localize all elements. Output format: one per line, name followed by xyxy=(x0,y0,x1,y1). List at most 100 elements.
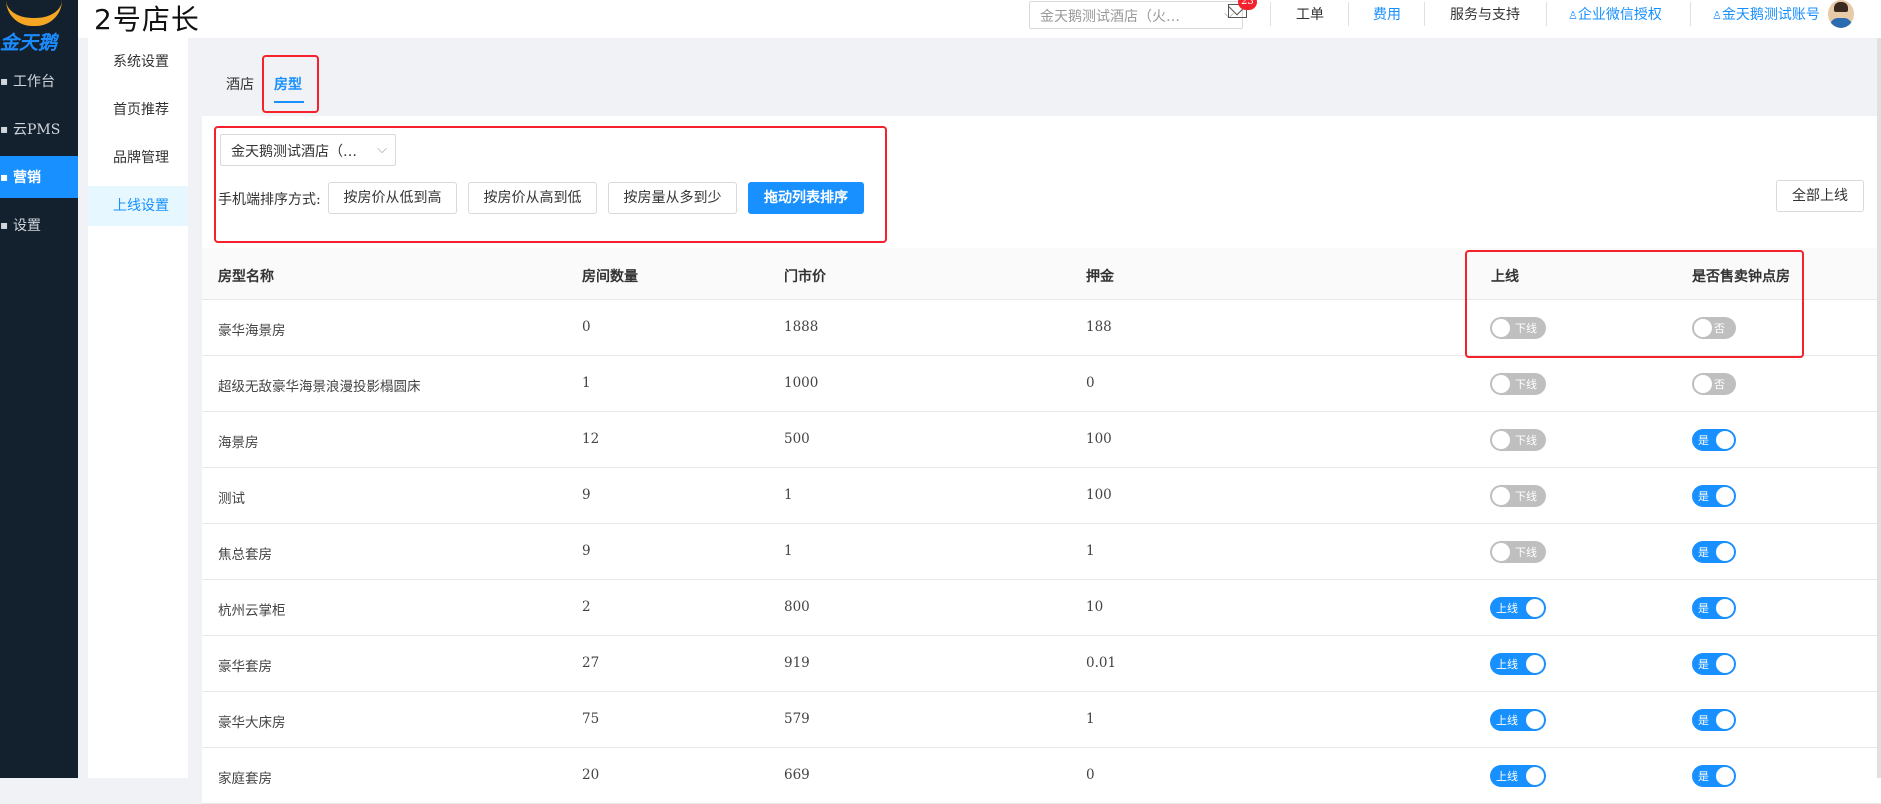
hotel-select[interactable]: 金天鹅测试酒店（… ⌵ xyxy=(220,134,396,166)
room-name-cell: 焦总套房 xyxy=(218,547,272,563)
service-support-link[interactable]: 服务与支持 xyxy=(1450,4,1520,24)
toggle-knob xyxy=(1526,655,1544,673)
table-row[interactable]: 家庭套房 20 669 0 上线 是 xyxy=(202,748,1881,804)
submenu-item-home-recommend[interactable]: 首页推荐 xyxy=(88,90,188,130)
online-toggle[interactable]: 上线 xyxy=(1490,597,1546,619)
toggle-label: 是 xyxy=(1698,434,1709,447)
account-link[interactable]: ♙金天鹅测试账号 xyxy=(1712,4,1820,24)
wechat-auth-link[interactable]: ♙企业微信授权 xyxy=(1568,4,1662,24)
tab-hotel[interactable]: 酒店 xyxy=(226,74,254,94)
room-name-cell: 超级无敌豪华海景浪漫投影榻圆床 xyxy=(218,379,421,395)
hourly-room-toggle[interactable]: 否 xyxy=(1692,373,1736,395)
rack-rate-cell: 1 xyxy=(784,543,793,559)
avatar[interactable] xyxy=(1828,0,1854,28)
col-online: 上线 xyxy=(1491,269,1519,285)
online-toggle[interactable]: 下线 xyxy=(1490,429,1546,451)
toggle-knob xyxy=(1526,711,1544,729)
toggle-knob xyxy=(1526,767,1544,785)
col-hourly-room: 是否售卖钟点房 xyxy=(1692,269,1790,285)
room-count-cell: 20 xyxy=(582,767,600,783)
sidebar-item-label: 云PMS xyxy=(13,122,61,138)
rack-rate-cell: 1888 xyxy=(784,319,819,335)
tab-room-type[interactable]: 房型 xyxy=(274,74,302,94)
logo-text: 金天鹅 xyxy=(0,32,58,54)
online-toggle[interactable]: 下线 xyxy=(1490,541,1546,563)
hourly-room-toggle[interactable]: 是 xyxy=(1692,541,1736,563)
table-row[interactable]: 焦总套房 9 1 1 下线 是 xyxy=(202,524,1881,580)
toggle-knob xyxy=(1716,711,1734,729)
sidebar-item-settings[interactable]: ▪ 设置 xyxy=(0,204,78,246)
hourly-room-toggle[interactable]: 是 xyxy=(1692,485,1736,507)
table-header: 房型名称 房间数量 门市价 押金 上线 是否售卖钟点房 xyxy=(202,248,1881,300)
toggle-knob xyxy=(1492,543,1510,561)
scrollbar[interactable] xyxy=(1877,38,1881,778)
toggle-label: 下线 xyxy=(1515,378,1537,391)
room-count-cell: 12 xyxy=(582,431,600,447)
table-row[interactable]: 豪华海景房 0 1888 188 下线 否 xyxy=(202,300,1881,356)
room-count-cell: 0 xyxy=(582,319,591,335)
account-label: 金天鹅测试账号 xyxy=(1721,7,1820,23)
app-brand: 2号店长 xyxy=(94,3,200,36)
submenu-item-brand-management[interactable]: 品牌管理 xyxy=(88,138,188,178)
rack-rate-cell: 1000 xyxy=(784,375,819,391)
deposit-cell: 1 xyxy=(1086,711,1095,727)
table-row[interactable]: 海景房 12 500 100 下线 是 xyxy=(202,412,1881,468)
work-order-link[interactable]: 工单 xyxy=(1296,4,1324,24)
brand-logo: 金天鹅 xyxy=(0,0,78,54)
header-hotel-select[interactable]: 金天鹅测试酒店（火… ⌵ xyxy=(1029,1,1243,29)
toggle-knob xyxy=(1492,487,1510,505)
rack-rate-cell: 669 xyxy=(784,767,810,783)
table-row[interactable]: 豪华大床房 75 579 1 上线 是 xyxy=(202,692,1881,748)
all-online-button[interactable]: 全部上线 xyxy=(1776,180,1864,212)
table-row[interactable]: 超级无敌豪华海景浪漫投影榻圆床 1 1000 0 下线 否 xyxy=(202,356,1881,412)
mail-badge: 23 xyxy=(1238,0,1257,10)
toggle-knob xyxy=(1694,375,1712,393)
online-toggle[interactable]: 上线 xyxy=(1490,653,1546,675)
table-row[interactable]: 杭州云掌柜 2 800 10 上线 是 xyxy=(202,580,1881,636)
toggle-knob xyxy=(1716,431,1734,449)
sort-count-desc-button[interactable]: 按房量从多到少 xyxy=(608,182,737,214)
divider xyxy=(1424,2,1425,26)
fees-link[interactable]: 费用 xyxy=(1373,4,1401,24)
toggle-knob xyxy=(1694,319,1712,337)
toggle-label: 下线 xyxy=(1515,546,1537,559)
online-toggle[interactable]: 上线 xyxy=(1490,765,1546,787)
online-toggle[interactable]: 下线 xyxy=(1490,373,1546,395)
divider xyxy=(1546,2,1547,26)
online-toggle[interactable]: 上线 xyxy=(1490,709,1546,731)
sidebar-item-marketing[interactable]: ▪ 营销 xyxy=(0,156,78,198)
drag-sort-button[interactable]: 拖动列表排序 xyxy=(748,182,864,214)
table-row[interactable]: 测试 9 1 100 下线 是 xyxy=(202,468,1881,524)
sidebar-item-cloud-pms[interactable]: ▪ 云PMS xyxy=(0,108,78,150)
room-count-cell: 75 xyxy=(582,711,600,727)
col-rack-rate: 门市价 xyxy=(784,269,826,285)
hourly-room-toggle[interactable]: 是 xyxy=(1692,597,1736,619)
toggle-label: 是 xyxy=(1698,490,1709,503)
hourly-room-toggle[interactable]: 是 xyxy=(1692,653,1736,675)
hourly-room-toggle[interactable]: 是 xyxy=(1692,765,1736,787)
room-count-cell: 1 xyxy=(582,375,591,391)
sub-menu: 系统设置 首页推荐 品牌管理 上线设置 xyxy=(88,38,188,778)
hourly-room-toggle[interactable]: 是 xyxy=(1692,709,1736,731)
divider xyxy=(1690,2,1691,26)
table-row[interactable]: 豪华套房 27 919 0.01 上线 是 xyxy=(202,636,1881,692)
sidebar-item-workbench[interactable]: ▪ 工作台 xyxy=(0,60,78,102)
hourly-room-toggle[interactable]: 是 xyxy=(1692,429,1736,451)
sort-price-desc-button[interactable]: 按房价从高到低 xyxy=(468,182,597,214)
submenu-item-system-settings[interactable]: 系统设置 xyxy=(88,42,188,82)
sort-method-label: 手机端排序方式: xyxy=(218,192,321,208)
col-room-name: 房型名称 xyxy=(218,269,274,285)
room-name-cell: 杭州云掌柜 xyxy=(218,603,286,619)
online-toggle[interactable]: 下线 xyxy=(1490,317,1546,339)
submenu-item-online-settings[interactable]: 上线设置 xyxy=(88,186,188,226)
room-name-cell: 海景房 xyxy=(218,435,259,451)
hourly-room-toggle[interactable]: 否 xyxy=(1692,317,1736,339)
user-icon: ♙ xyxy=(1712,9,1722,22)
toggle-knob xyxy=(1716,487,1734,505)
online-toggle[interactable]: 下线 xyxy=(1490,485,1546,507)
toggle-label: 否 xyxy=(1714,322,1725,335)
toggle-knob xyxy=(1526,599,1544,617)
divider xyxy=(1348,2,1349,26)
room-count-cell: 9 xyxy=(582,487,591,503)
sort-price-asc-button[interactable]: 按房价从低到高 xyxy=(328,182,457,214)
